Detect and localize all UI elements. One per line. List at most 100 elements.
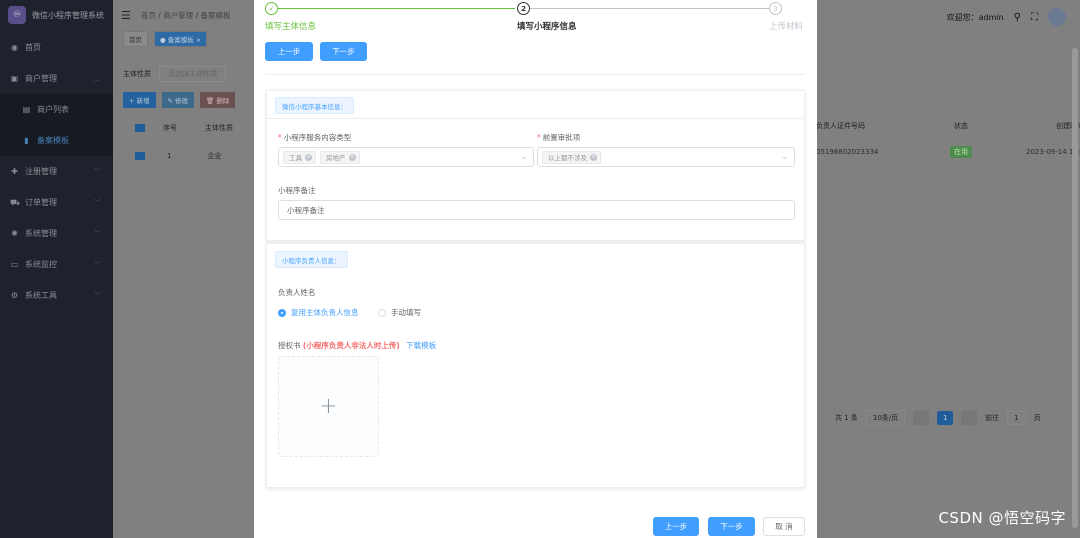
close-icon[interactable]: × xyxy=(348,153,356,161)
auth-letter-label: 授权书 (小程序负责人非法人时上传) 下载模板 xyxy=(278,341,437,350)
basic-info-card: 微信小程序基本信息： * 小程序服务内容类型 工具 × 房地产 × ⌄ * 前置审批项 … xyxy=(266,90,805,241)
footer-prev-button[interactable]: 上一步 xyxy=(653,517,699,536)
selected-tag: 以上都不涉及 × xyxy=(542,150,601,164)
shop-icon: ▣ xyxy=(10,74,19,83)
prev-page-button[interactable] xyxy=(913,411,930,425)
select-all-checkbox[interactable] xyxy=(135,124,145,132)
table-cell: 2023-09-14 16:10:56 xyxy=(1026,148,1080,156)
footer-next-button[interactable]: 下一步 xyxy=(708,517,755,536)
divider xyxy=(266,74,805,75)
page-unit: 页 xyxy=(1033,414,1041,422)
chevron-down-icon: ﹀ xyxy=(94,167,101,176)
check-icon: ✓ xyxy=(265,2,278,15)
sidebar-item-home[interactable]: ◉ 首页 xyxy=(0,32,113,63)
chevron-down-icon: ⌄ xyxy=(520,152,527,161)
pager-size-select[interactable]: 10条/页 xyxy=(865,410,906,426)
tools-icon: ⚙ xyxy=(10,291,19,300)
edit-button[interactable]: ✎ 修改 xyxy=(161,92,195,108)
monitor-icon: ▭ xyxy=(10,260,19,269)
section-tag: 小程序负责人信息： xyxy=(275,251,348,268)
prev-step-button[interactable]: 上一步 xyxy=(265,42,313,61)
auth-hint: (小程序负责人非法人时上传) xyxy=(302,341,400,350)
sidebar-item-merchant[interactable]: ▣ 商户管理 ︿ xyxy=(0,63,113,94)
sidebar-item-register[interactable]: ✚ 注册管理 ﹀ xyxy=(0,156,113,187)
chevron-down-icon: ﹀ xyxy=(94,229,101,238)
tag-template[interactable]: ● 备案模板 × xyxy=(154,31,208,47)
sidebar-item-label: 备案模板 xyxy=(37,136,69,145)
sidebar-item-orders[interactable]: ⛟ 订单管理 ﹀ xyxy=(0,187,113,218)
fullscreen-icon[interactable]: ⛶ xyxy=(1031,12,1038,23)
hamburger-icon[interactable]: ☰ xyxy=(121,9,131,22)
breadcrumb-item[interactable]: 首页 xyxy=(141,11,156,20)
table-cell: 企业 xyxy=(207,152,222,160)
add-button[interactable]: + 新增 xyxy=(123,92,156,108)
watermark: CSDN @悟空码字 xyxy=(938,509,1066,527)
step-connector xyxy=(530,8,769,9)
scrollbar[interactable] xyxy=(1072,48,1078,528)
next-step-button[interactable]: 下一步 xyxy=(320,42,367,61)
step-title: 填写小程序信息 xyxy=(517,22,577,32)
pre-approval-label: * 前置审批项 xyxy=(537,133,581,142)
radio-reuse[interactable]: 复用主体负责人信息 xyxy=(278,307,359,318)
sidebar-item-label: 订单管理 xyxy=(25,198,57,207)
chevron-down-icon: ﹀ xyxy=(94,260,101,269)
sidebar-item-label: 商户列表 xyxy=(37,105,69,114)
service-type-select[interactable]: 工具 × 房地产 × ⌄ xyxy=(278,147,534,167)
table-cell: 1 xyxy=(167,152,172,160)
dashboard-icon: ◉ xyxy=(11,43,18,52)
app-name: 微信小程序管理系统 xyxy=(32,10,104,20)
breadcrumb-item: 备案模板 xyxy=(200,10,231,20)
owner-info-card: 小程序负责人信息： 负责人姓名 复用主体负责人信息 手动填写 授权书 (小程序负… xyxy=(266,243,805,488)
column-header: 状态 xyxy=(954,122,968,130)
radio-manual[interactable]: 手动填写 xyxy=(378,307,421,318)
radio-unchecked-icon xyxy=(378,308,386,317)
sidebar-item-tools[interactable]: ⚙ 系统工具 ﹀ xyxy=(0,280,113,311)
bg-right-table: 负责人证件号码 状态 创建时间 05196802023334 在用 2023-0… xyxy=(816,115,1080,167)
goto-label: 前往 xyxy=(985,414,1000,422)
bg-left-table: 主体性质 请选择主体性质 + 新增 ✎ 修改 🗑 删除 序号 主体性质 1 企业 xyxy=(123,66,258,164)
search-icon[interactable]: ⚲ xyxy=(1014,12,1021,23)
sidebar-item-system[interactable]: ✺ 系统管理 ﹀ xyxy=(0,218,113,249)
service-type-label: * 小程序服务内容类型 xyxy=(278,133,352,142)
sidebar-item-template[interactable]: ▮ 备案模板 xyxy=(0,125,113,156)
owner-name-label: 负责人姓名 xyxy=(278,288,316,297)
step-title: 上传材料 xyxy=(769,22,804,32)
selected-tag: 工具 × xyxy=(283,150,316,164)
sidebar-item-monitor[interactable]: ▭ 系统监控 ﹀ xyxy=(0,249,113,280)
pagination: 共 1 条 10条/页 1 前往 1 页 xyxy=(835,410,1041,426)
close-icon[interactable]: × xyxy=(590,153,597,161)
sidebar: ♾ 微信小程序管理系统 ◉ 首页 ▣ 商户管理 ︿ ▤ 商户列表 ▮ 备案模板 … xyxy=(0,0,113,538)
step-number: 2 xyxy=(517,2,530,15)
delete-button[interactable]: 🗑 删除 xyxy=(200,92,236,108)
chevron-down-icon: ﹀ xyxy=(94,198,101,207)
sidebar-item-label: 系统管理 xyxy=(25,229,57,238)
pre-approval-select[interactable]: 以上都不涉及 × ⌄ xyxy=(537,147,795,167)
section-tag: 微信小程序基本信息： xyxy=(275,97,354,114)
goto-input[interactable]: 1 xyxy=(1007,411,1026,425)
next-page-button[interactable] xyxy=(961,411,978,425)
upload-area[interactable]: + xyxy=(278,356,379,457)
cart-icon: ⛟ xyxy=(10,197,21,207)
logo-icon: ♾ xyxy=(8,6,26,24)
radio-label: 手动填写 xyxy=(391,308,421,317)
column-header: 主体性质 xyxy=(205,124,233,132)
register-icon: ✚ xyxy=(11,167,18,176)
close-icon[interactable]: × xyxy=(305,153,312,161)
wizard-dialog: ✓ 填写主体信息 2 填写小程序信息 3 上传材料 上一步 下一步 微信小程序基… xyxy=(254,0,817,538)
page-1-button[interactable]: 1 xyxy=(937,411,954,425)
row-checkbox[interactable] xyxy=(135,152,145,160)
filter-select[interactable]: 请选择主体性质 xyxy=(159,66,227,82)
sidebar-item-merchant-list[interactable]: ▤ 商户列表 xyxy=(0,94,113,125)
list-icon: ▤ xyxy=(22,105,31,114)
radio-checked-icon xyxy=(278,308,286,317)
avatar[interactable] xyxy=(1048,8,1066,26)
download-template-link[interactable]: 下载模板 xyxy=(406,341,436,350)
remark-input[interactable]: 小程序备注 xyxy=(278,200,795,220)
table-cell: 05196802023334 xyxy=(816,148,879,156)
breadcrumb-item[interactable]: 商户管理 xyxy=(163,11,193,20)
header-right: 欢迎您：admin ⚲ ⛶ xyxy=(947,8,1066,26)
column-header: 创建时间 xyxy=(1056,122,1080,130)
cancel-button[interactable]: 取 消 xyxy=(763,517,805,536)
tag-home[interactable]: 首页 xyxy=(123,31,148,47)
radio-label: 复用主体负责人信息 xyxy=(291,308,359,317)
